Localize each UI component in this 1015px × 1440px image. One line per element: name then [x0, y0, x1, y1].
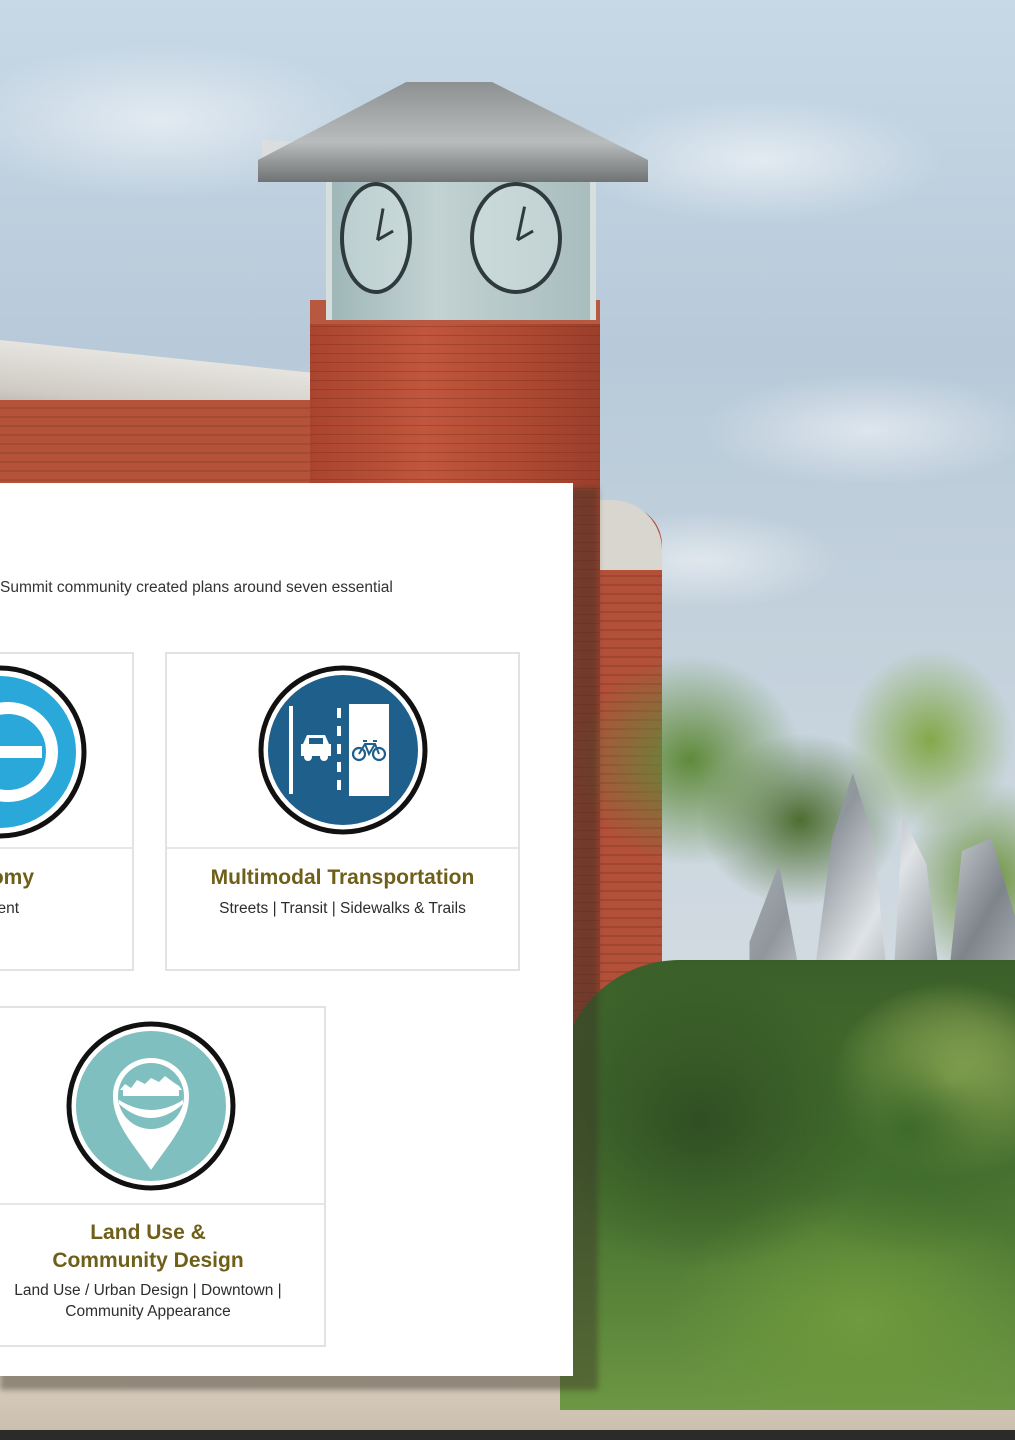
car-bike-lanes-icon — [257, 664, 429, 841]
map-pin-town-icon — [65, 1020, 237, 1197]
bottom-bar — [0, 1430, 1015, 1440]
tile-title: nomy — [0, 866, 35, 889]
intro-text: Summit community created plans around se… — [0, 579, 393, 596]
tile-economy[interactable]: nomy pment — [0, 652, 134, 971]
economy-icon — [0, 664, 88, 845]
tile-subtitle: pment — [0, 900, 20, 917]
tile-title: Multimodal Transportation — [210, 866, 475, 889]
tile-subtitle: Land Use / Urban Design | Downtown | Com… — [14, 1282, 282, 1320]
shrubs — [560, 960, 1015, 1410]
plans-card: Summit community created plans around se… — [0, 483, 573, 1376]
tile-title: Land Use & Community Design — [52, 1221, 244, 1272]
clock-face-left — [340, 182, 412, 294]
clock-face-right — [470, 182, 562, 294]
tile-subtitle: Streets | Transit | Sidewalks & Trails — [219, 900, 466, 917]
tile-land-use-community-design[interactable]: Land Use & Community Design Land Use / U… — [0, 1006, 326, 1347]
tile-multimodal-transportation[interactable]: Multimodal Transportation Streets | Tran… — [165, 652, 520, 971]
